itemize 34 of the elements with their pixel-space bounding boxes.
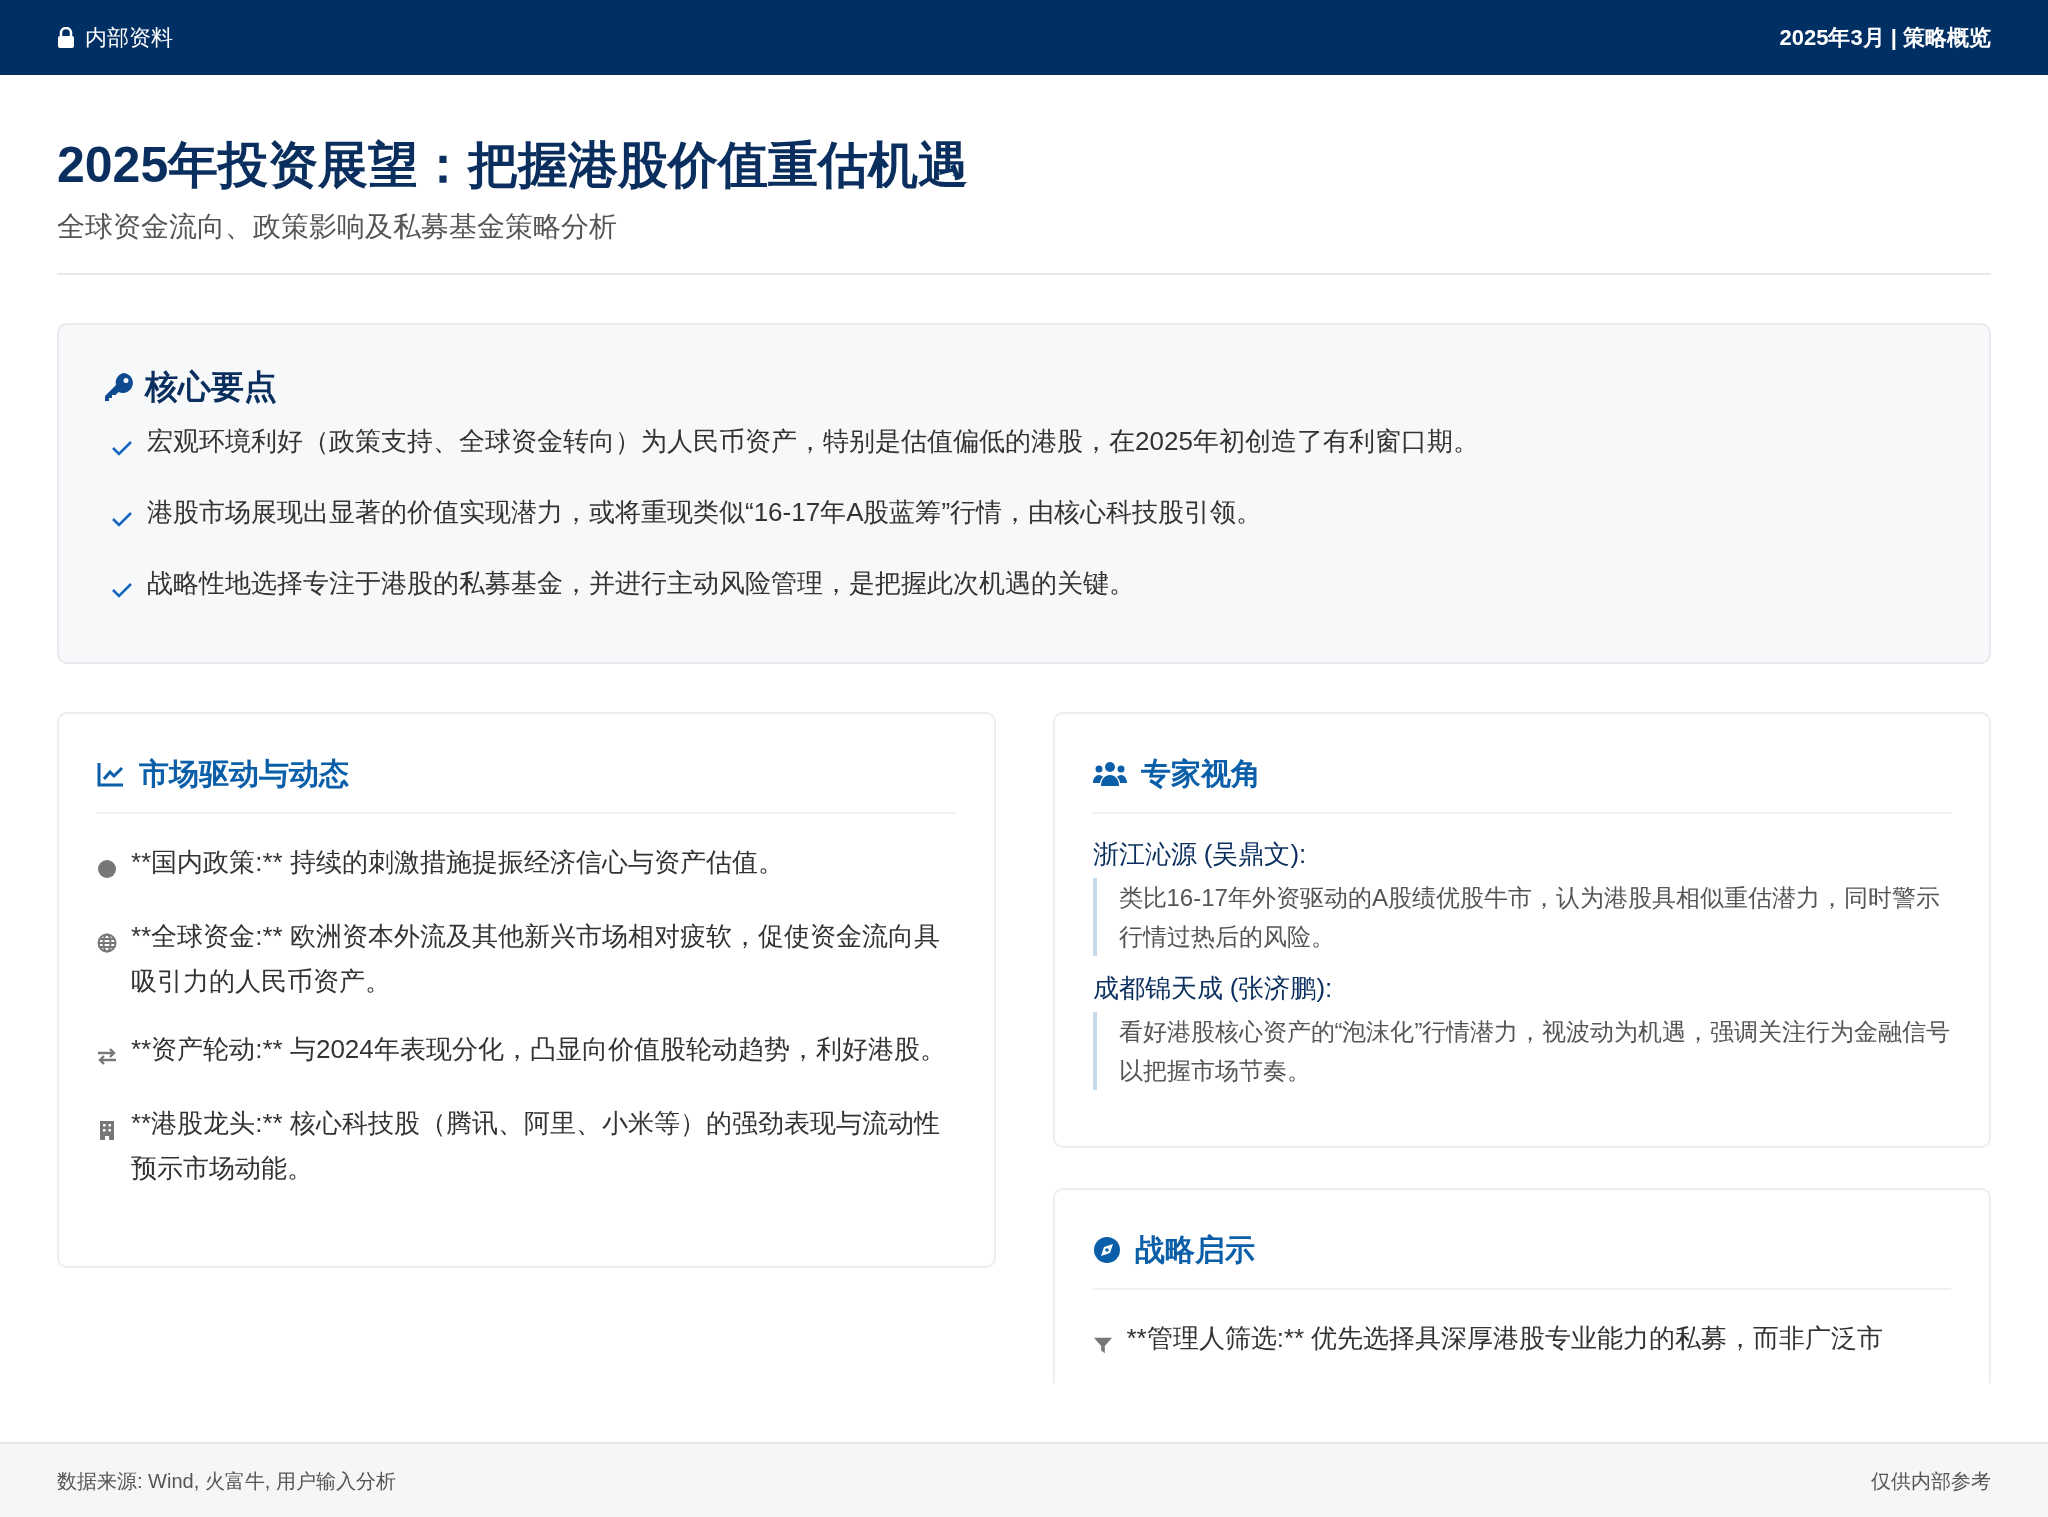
page-subtitle: 全球资金流向、政策影响及私募基金策略分析 <box>57 210 618 244</box>
exchange-arrows-icon <box>97 1045 117 1066</box>
key-point-text: 宏观环境利好（政策支持、全球资金转向）为人民币资产，特别是估值偏低的港股，在2025年初创造了有利窗口期。 <box>147 425 1479 458</box>
check-icon <box>111 581 133 599</box>
card-heading: 专家视角 <box>1140 756 1261 792</box>
bullet-text: **全球资金:** 欧洲资本外流及其他新兴市场相对疲软，促使资金流向具吸引力的人民币资产。 <box>131 920 941 998</box>
key-point-text: 战略性地选择专注于港股的私募基金，并进行主动风险管理，是把握此次机遇的关键。 <box>147 567 1135 600</box>
check-icon <box>111 439 133 457</box>
expert-name: 成都锦天成 (张济鹏): <box>1092 972 1334 1005</box>
line-chart-icon <box>97 761 125 787</box>
internal-use-note: 仅供内部参考 <box>1871 1468 1991 1494</box>
check-icon <box>111 510 133 528</box>
date-section-label: 2025年3月 | 策略概览 <box>1779 24 1991 52</box>
lock-icon <box>57 26 75 49</box>
card-heading: 战略启示 <box>1134 1232 1255 1268</box>
bullet-icon <box>97 858 117 879</box>
users-icon <box>1092 761 1127 787</box>
compass-icon <box>1092 1236 1121 1264</box>
document-label: 内部资料 <box>85 24 173 52</box>
expert-name: 浙江沁源 (吴鼎文): <box>1092 838 1308 871</box>
card-heading: 市场驱动与动态 <box>139 756 349 792</box>
bullet-text: **港股龙头:** 核心科技股（腾讯、阿里、小米等）的强劲表现与流动性预示市场动能。 <box>131 1107 941 1185</box>
bullet-text: **管理人筛选:** 优先选择具深厚港股专业能力的私募，而非广泛市 <box>1126 1322 1884 1355</box>
building-icon <box>99 1119 115 1140</box>
page-title: 2025年投资展望：把握港股价值重估机遇 <box>57 136 970 195</box>
key-icon <box>103 371 135 403</box>
card-heading: 核心要点 <box>145 367 277 407</box>
expert-quote: 看好港股核心资产的“泡沫化”行情潜力，视波动为机遇，强调关注行为金融信号以把握市场节奏。 <box>1118 1017 1951 1086</box>
data-source-note: 数据来源: Wind, 火富牛, 用户输入分析 <box>57 1468 396 1494</box>
bullet-text: **资产轮动:** 与2024年表现分化，凸显向价值股轮动趋势，利好港股。 <box>131 1033 946 1066</box>
expert-quote: 类比16-17年外资驱动的A股绩优股牛市，认为港股具相似重估潜力，同时警示行情过热后的风险。 <box>1118 883 1941 952</box>
bullet-text: **国内政策:** 持续的刺激措施提振经济信心与资产估值。 <box>131 846 784 879</box>
key-point-text: 港股市场展现出显著的价值实现潜力，或将重现类似“16-17年A股蓝筹”行情，由核心科技股引领。 <box>147 496 1263 529</box>
globe-icon <box>97 932 117 953</box>
